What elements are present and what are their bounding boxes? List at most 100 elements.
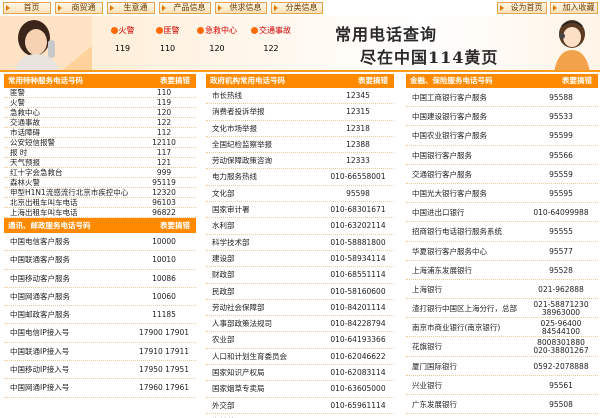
entry-name[interactable]: 中国银行客户服务 (412, 146, 472, 164)
government-row[interactable]: 消费者投诉举报 12315 (206, 104, 394, 121)
finance-row[interactable]: 华夏银行客户服务中心 95577 (406, 242, 598, 261)
special-service-row[interactable]: 报 时 117 (4, 148, 196, 158)
entry-name[interactable]: 招商银行电话银行服务系统 (412, 222, 502, 240)
finance-row[interactable]: 厦门国际银行 0592-2078888 (406, 357, 598, 376)
entry-name[interactable]: 中国网通客户服务 (10, 288, 70, 305)
special-service-row[interactable]: 北京出租车叫车电话 96103 (4, 198, 196, 208)
entry-name[interactable]: 中国移动IP接入号 (10, 361, 69, 378)
entry-name[interactable]: 中国建设银行客户服务 (412, 107, 487, 125)
nav-supply[interactable]: 供求信息 (215, 2, 267, 14)
entry-name[interactable]: 天气预报 (10, 158, 40, 167)
telecom-service-row[interactable]: 中国电信客户服务 10000 (4, 233, 196, 252)
emergency-traffic[interactable]: 交通事故 122 (244, 21, 298, 61)
entry-name[interactable]: 厦门国际银行 (412, 357, 457, 375)
telecom-service-row[interactable]: 中国移动IP接入号 17950 17951 (4, 361, 196, 380)
entry-name[interactable]: 中国联通IP接入号 (10, 343, 69, 360)
entry-name[interactable]: 上海浦东发展银行 (412, 261, 472, 279)
special-service-row[interactable]: 上海出租车叫车电话 96822 (4, 208, 196, 218)
entry-name[interactable]: 文化部 (212, 186, 235, 201)
entry-name[interactable]: 农业部 (212, 332, 235, 347)
finance-row[interactable]: 中国进出口银行 010-64099988 (406, 203, 598, 223)
entry-name[interactable]: 人口和计划生育委员会 (212, 349, 287, 364)
finance-row[interactable]: 交通银行客户服务 95559 (406, 165, 598, 184)
entry-name[interactable]: 外交部 (212, 398, 235, 413)
entry-name[interactable]: 中国工商银行客户服务 (412, 88, 487, 106)
finance-row[interactable]: 中国建设银行客户服务 95533 (406, 107, 598, 127)
government-row[interactable]: 建设部 010-58934114 (206, 251, 394, 268)
special-service-row[interactable]: 火警 119 (4, 98, 196, 108)
government-row[interactable]: 国家审计署 010-68301671 (206, 202, 394, 219)
entry-name[interactable]: 消费者投诉举报 (212, 104, 265, 119)
entry-name[interactable]: 南京市商业银行(南京银行) (412, 318, 500, 336)
telecom-service-row[interactable]: 中国联通客户服务 10010 (4, 251, 196, 270)
government-row[interactable]: 全国纪检监察举报 12388 (206, 137, 394, 154)
finance-row[interactable]: 上海浦东发展银行 95528 (406, 261, 598, 280)
nav-business[interactable]: 生意通 (107, 2, 155, 14)
telecom-service-row[interactable]: 中国联通IP接入号 17910 17911 (4, 343, 196, 362)
government-row[interactable]: 外交部 010-65961114 (206, 398, 394, 414)
entry-name[interactable]: 公安短信报警 (10, 138, 55, 147)
special-service-row[interactable]: 交通事故 122 (4, 118, 196, 128)
special-service-row[interactable]: 天气预报 121 (4, 158, 196, 168)
entry-name[interactable]: 广东发展银行 (412, 395, 457, 413)
nav-home[interactable]: 首页 (3, 2, 51, 14)
entry-name[interactable]: 渣打银行中国区上海分行，总部 (412, 299, 517, 317)
telecom-service-row[interactable]: 中国邮政客户服务 11185 (4, 306, 196, 325)
government-row[interactable]: 国家烟草专卖局 010-63605000 (206, 381, 394, 398)
special-service-row[interactable]: 森林火警 95119 (4, 178, 196, 188)
special-service-row[interactable]: 甲型H1N1流感流行北京市疾控中心 12320 (4, 188, 196, 198)
nav-trade[interactable]: 商贸通 (55, 2, 103, 14)
entry-name[interactable]: 建设部 (212, 251, 235, 266)
entry-name[interactable]: 全国纪检监察举报 (212, 137, 272, 152)
emergency-police[interactable]: 匪警 110 (145, 21, 190, 61)
entry-name[interactable]: 急救中心 (10, 108, 40, 117)
entry-name[interactable]: 兴业银行 (412, 376, 442, 394)
set-homepage-button[interactable]: 设为首页 (497, 2, 547, 14)
entry-name[interactable]: 上海银行 (412, 280, 442, 298)
government-row[interactable]: 农业部 010-64193366 (206, 332, 394, 349)
entry-name[interactable]: 劳动社会保障部 (212, 300, 265, 315)
telecom-service-row[interactable]: 中国电信IP接入号 17900 17901 (4, 324, 196, 343)
entry-name[interactable]: 交通银行客户服务 (412, 165, 472, 183)
finance-row[interactable]: 渣打银行中国区上海分行，总部 021-58871230 38963000 (406, 299, 598, 319)
entry-name[interactable]: 市长热线 (212, 88, 242, 103)
government-row[interactable]: 海关总署 010-65194114 (206, 414, 394, 418)
emergency-ambulance[interactable]: 急救中心 120 (190, 21, 244, 61)
finance-row[interactable]: 上海银行 021-962888 (406, 280, 598, 300)
entry-name[interactable]: 甲型H1N1流感流行北京市疾控中心 (10, 188, 128, 197)
entry-name[interactable]: 人事部政策法规司 (212, 316, 272, 331)
entry-name[interactable]: 中国电信IP接入号 (10, 324, 69, 341)
nav-products[interactable]: 产品信息 (159, 2, 211, 14)
entry-name[interactable]: 水利部 (212, 218, 235, 233)
government-row[interactable]: 财政部 010-68551114 (206, 267, 394, 284)
finance-row[interactable]: 花旗银行 8008301880 020-38801267 (406, 337, 598, 357)
entry-name[interactable]: 中国农业银行客户服务 (412, 126, 487, 144)
special-service-row[interactable]: 市话障碍 112 (4, 128, 196, 138)
entry-name[interactable]: 中国移动客户服务 (10, 270, 70, 287)
finance-row[interactable]: 深圳发展银行 95501 (406, 414, 598, 418)
telecom-service-row[interactable]: 中国移动客户服务 10086 (4, 270, 196, 288)
entry-name[interactable]: 森林火警 (10, 178, 40, 187)
entry-name[interactable]: 国家知识产权局 (212, 365, 265, 380)
special-service-row[interactable]: 红十字会急救台 999 (4, 168, 196, 178)
entry-name[interactable]: 报 时 (10, 148, 27, 157)
government-row[interactable]: 人事部政策法规司 010-84228794 (206, 316, 394, 333)
telecom-service-row[interactable]: 中国网通IP接入号 17960 17961 (4, 379, 196, 398)
special-service-row[interactable]: 匪警 110 (4, 88, 196, 98)
entry-name[interactable]: 科学技术部 (212, 235, 250, 250)
special-service-row[interactable]: 公安短信报警 12110 (4, 138, 196, 148)
finance-row[interactable]: 中国光大银行客户服务 95595 (406, 184, 598, 204)
entry-name[interactable]: 文化市场举报 (212, 121, 257, 136)
entry-name[interactable]: 市话障碍 (10, 128, 40, 137)
government-row[interactable]: 劳动保障政策咨询 12333 (206, 153, 394, 170)
telecom-service-row[interactable]: 中国网通客户服务 10060 (4, 288, 196, 307)
government-row[interactable]: 民政部 010-58160600 (206, 284, 394, 300)
government-row[interactable]: 水利部 010-63202114 (206, 218, 394, 235)
government-row[interactable]: 电力服务热线 010-66558001 (206, 169, 394, 186)
entry-name[interactable]: 北京出租车叫车电话 (10, 198, 78, 207)
finance-row[interactable]: 中国农业银行客户服务 95599 (406, 126, 598, 146)
entry-name[interactable]: 国家烟草专卖局 (212, 381, 265, 396)
entry-name[interactable]: 国家审计署 (212, 202, 250, 217)
entry-name[interactable]: 中国电信客户服务 (10, 233, 70, 250)
government-row[interactable]: 市长热线 12345 (206, 88, 394, 105)
